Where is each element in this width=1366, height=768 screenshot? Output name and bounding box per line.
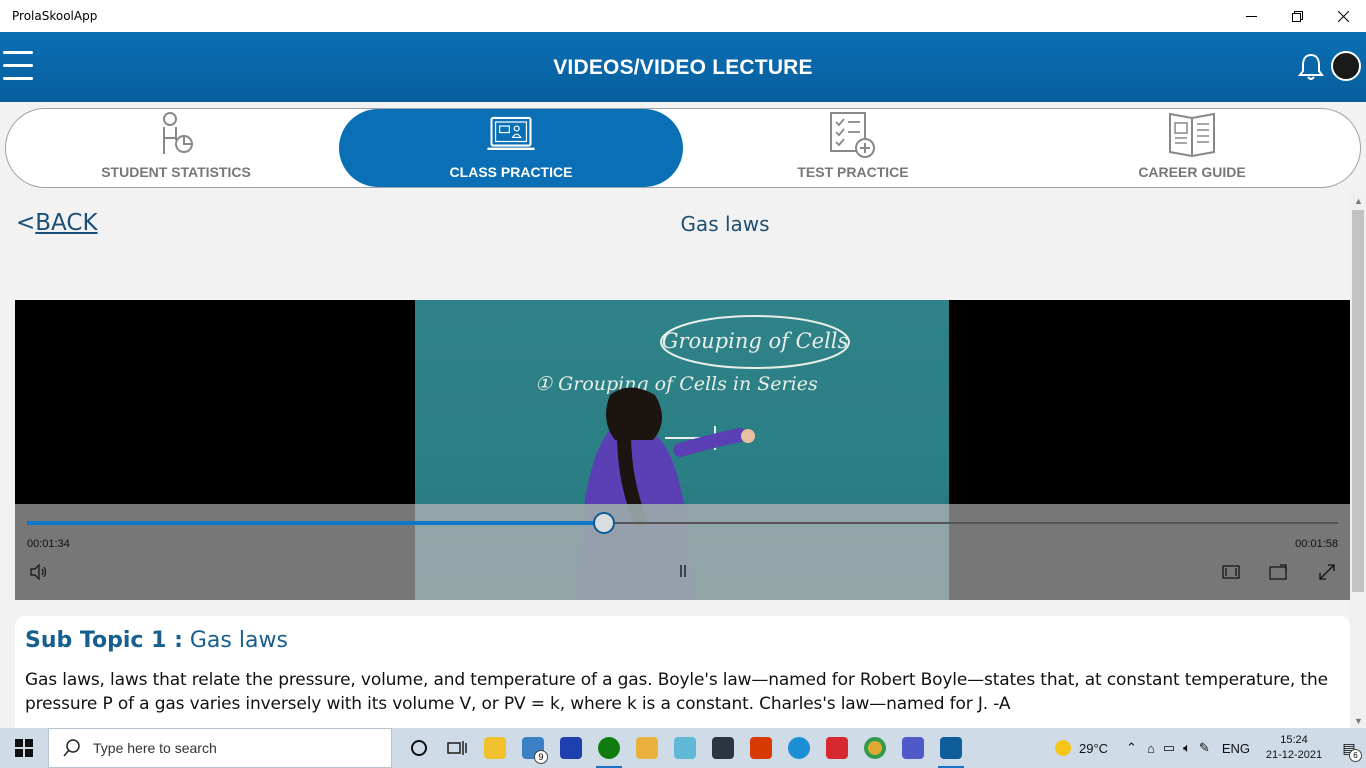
clock-date: 21-12-2021 <box>1265 749 1323 761</box>
notification-count: 6 <box>1349 749 1362 762</box>
app-icon-blue[interactable] <box>552 728 590 768</box>
page-title: VIDEOS/VIDEO LECTURE <box>553 56 813 79</box>
window-controls <box>1228 0 1366 32</box>
notifications-button[interactable]: ▤ 6 <box>1332 728 1366 768</box>
tab-career-guide[interactable]: CAREER GUIDE <box>1022 109 1362 187</box>
minimize-icon <box>1245 15 1257 17</box>
office-icon[interactable] <box>742 728 780 768</box>
tab-bar: STUDENT STATISTICS CLASS PRACTICE TEST P… <box>5 108 1361 188</box>
subtopic-name: Gas laws <box>189 628 288 653</box>
speaker-icon[interactable]: 🔈︎ <box>1183 740 1191 756</box>
class-practice-icon <box>487 116 535 151</box>
file-explorer-icon[interactable] <box>476 728 514 768</box>
restore-button[interactable] <box>1274 0 1320 32</box>
subtopic-lead: Sub Topic 1 : <box>25 628 183 653</box>
topic-title: Gas laws <box>680 212 770 236</box>
fullscreen-icon[interactable] <box>1318 564 1336 580</box>
close-icon <box>1337 10 1349 22</box>
student-statistics-icon <box>163 112 193 154</box>
subtopic-description: Gas laws, laws that relate the pressure,… <box>25 670 1328 714</box>
temperature[interactable]: 29°C <box>1079 741 1108 756</box>
vertical-scrollbar[interactable]: ▲ ▼ <box>1350 192 1366 728</box>
pause-icon[interactable] <box>678 564 688 578</box>
start-button[interactable] <box>0 728 48 768</box>
seek-handle[interactable] <box>593 512 615 534</box>
board-line: ① Grouping of Cells in Series <box>535 373 818 395</box>
system-tray: 29°C ⌃ ⌂ ▭ 🔈︎ ✎ ENG 15:24 21-12-2021 ▤ 6 <box>1055 728 1366 768</box>
chrome-icon[interactable] <box>856 728 894 768</box>
total-time: 00:01:58 <box>1295 538 1338 550</box>
edge-icon[interactable] <box>780 728 818 768</box>
cortana-icon[interactable] <box>400 728 438 768</box>
network-icon[interactable]: ⌂ <box>1147 741 1155 756</box>
window-title: ProlaSkoolApp <box>12 9 98 23</box>
taskbar-search[interactable]: Type here to search <box>48 728 392 768</box>
clock-time: 15:24 <box>1280 734 1308 746</box>
pen-icon[interactable]: ✎ <box>1199 740 1210 756</box>
snipping-tool-icon[interactable] <box>628 728 666 768</box>
search-placeholder: Type here to search <box>93 740 217 756</box>
subtopic-heading: Sub Topic 1 : Gas laws <box>25 628 288 653</box>
career-guide-icon <box>1169 112 1215 158</box>
wps-icon[interactable] <box>818 728 856 768</box>
tab-label: CAREER GUIDE <box>1138 164 1246 180</box>
tab-test-practice[interactable]: TEST PRACTICE <box>683 109 1023 187</box>
tab-label: TEST PRACTICE <box>797 164 909 180</box>
search-icon <box>63 739 80 757</box>
taskbar-clock[interactable]: 15:24 21-12-2021 <box>1256 733 1332 763</box>
task-view-icon[interactable] <box>438 728 476 768</box>
window-title-bar: ProlaSkoolApp <box>0 0 1366 32</box>
app-header: VIDEOS/VIDEO LECTURE <box>0 32 1366 102</box>
scroll-thumb[interactable] <box>1352 210 1364 592</box>
close-button[interactable] <box>1320 0 1366 32</box>
test-practice-icon <box>830 112 875 158</box>
mail-icon[interactable]: 9 <box>514 728 552 768</box>
scroll-up-icon[interactable]: ▲ <box>1354 196 1363 206</box>
subtopic-card: Sub Topic 1 : Gas laws Gas laws, laws th… <box>15 616 1350 728</box>
app-icon-teal[interactable] <box>666 728 704 768</box>
restore-icon <box>1291 10 1303 22</box>
tab-student-statistics[interactable]: STUDENT STATISTICS <box>6 109 346 187</box>
mail-badge: 9 <box>534 750 548 764</box>
volume-icon[interactable] <box>30 564 48 580</box>
board-heading: Grouping of Cells <box>662 329 849 353</box>
chevron-up-icon[interactable]: ⌃ <box>1126 740 1137 756</box>
taskbar: Type here to search 9 29°C ⌃ ⌂ ▭ 🔈︎ ✎ EN… <box>0 728 1366 768</box>
minimize-button[interactable] <box>1228 0 1274 32</box>
tab-label: CLASS PRACTICE <box>449 164 573 180</box>
avatar[interactable] <box>1331 51 1361 81</box>
seek-bar-progress <box>27 521 604 525</box>
aspect-ratio-icon[interactable] <box>1222 564 1240 580</box>
language-indicator[interactable]: ENG <box>1222 741 1250 756</box>
tab-class-practice[interactable]: CLASS PRACTICE <box>339 109 683 187</box>
bell-icon[interactable] <box>1297 52 1325 82</box>
xbox-icon[interactable] <box>590 728 628 768</box>
battery-icon[interactable]: ▭ <box>1163 740 1175 756</box>
store-icon[interactable] <box>704 728 742 768</box>
teams-icon[interactable] <box>894 728 932 768</box>
video-player[interactable]: Grouping of Cells ① Grouping of Cells in… <box>15 300 1350 600</box>
current-time: 00:01:34 <box>27 538 70 550</box>
tab-label: STUDENT STATISTICS <box>101 164 251 180</box>
scroll-down-icon[interactable]: ▼ <box>1354 716 1363 726</box>
mini-player-icon[interactable] <box>1269 564 1287 580</box>
prolaskool-taskbar-icon[interactable] <box>932 728 970 768</box>
windows-logo-icon <box>15 739 33 757</box>
weather-icon[interactable] <box>1055 740 1071 756</box>
